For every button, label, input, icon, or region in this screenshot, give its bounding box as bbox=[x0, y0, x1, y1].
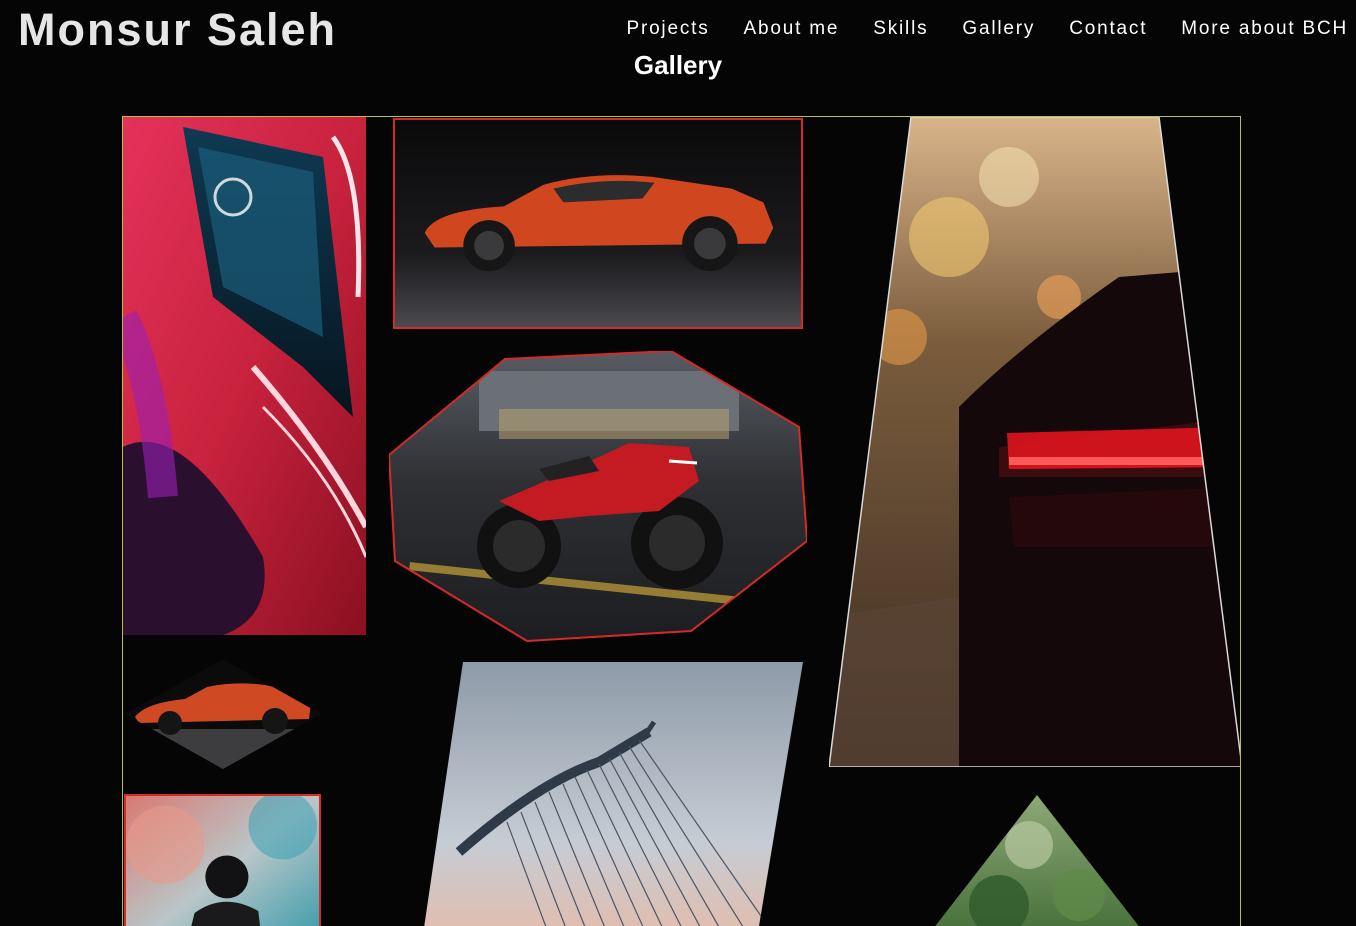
gallery-image-orange-car-small[interactable] bbox=[125, 659, 321, 769]
site-brand[interactable]: Monsur Saleh bbox=[18, 4, 337, 56]
gallery-image-sports-car-rear[interactable] bbox=[829, 117, 1240, 767]
gallery-image-foliage-triangle[interactable] bbox=[919, 795, 1155, 926]
main-nav: Projects About me Skills Gallery Contact… bbox=[626, 18, 1348, 40]
nav-more-about-bch[interactable]: More about BCH bbox=[1181, 18, 1348, 40]
gallery-image-red-motorcycle[interactable] bbox=[389, 351, 807, 643]
page-title: Gallery bbox=[633, 50, 723, 80]
gallery-image-red-vintage-car[interactable] bbox=[123, 117, 366, 635]
gallery-image-motorcyclist-smoke[interactable] bbox=[124, 794, 321, 926]
nav-about-me[interactable]: About me bbox=[744, 18, 840, 40]
gallery-grid bbox=[122, 116, 1241, 926]
nav-skills[interactable]: Skills bbox=[873, 18, 928, 40]
nav-contact[interactable]: Contact bbox=[1069, 18, 1147, 40]
gallery-image-bridge[interactable] bbox=[419, 662, 803, 926]
nav-projects[interactable]: Projects bbox=[626, 18, 709, 40]
gallery-image-orange-sports-car[interactable] bbox=[393, 118, 803, 329]
nav-gallery[interactable]: Gallery bbox=[962, 18, 1035, 40]
